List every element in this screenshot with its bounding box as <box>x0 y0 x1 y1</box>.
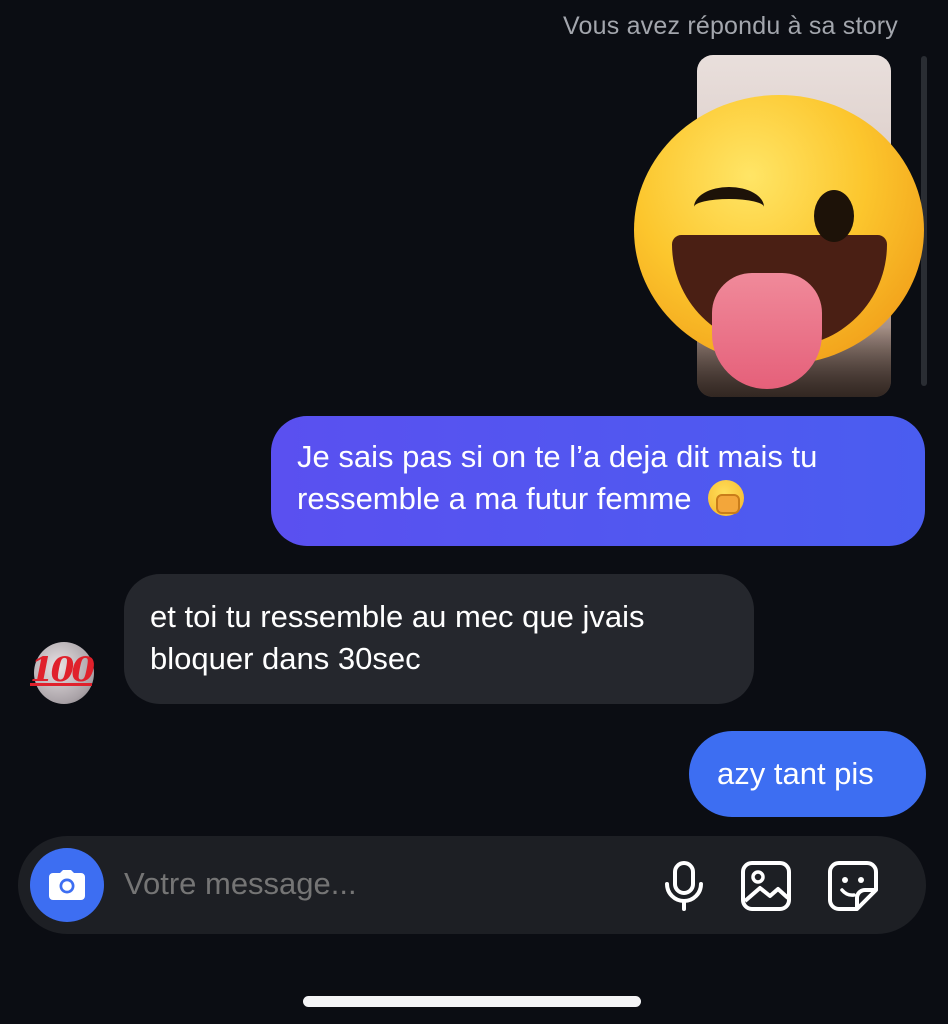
microphone-icon[interactable] <box>658 860 710 912</box>
sticker-icon[interactable] <box>827 860 879 912</box>
message-bubble-sent[interactable]: Je sais pas si on te l’a deja dit mais t… <box>271 416 925 546</box>
camera-button[interactable] <box>30 848 104 922</box>
emoji-tongue <box>712 273 822 389</box>
gallery-icon[interactable] <box>740 860 792 912</box>
camera-icon <box>49 870 85 900</box>
home-indicator[interactable] <box>303 996 641 1007</box>
story-reply-note: Vous avez répondu à sa story <box>563 12 898 40</box>
message-bubble-sent[interactable]: azy tant pis <box>689 731 926 817</box>
face-with-open-eyes-and-hand-over-mouth-icon <box>708 479 745 516</box>
message-input[interactable] <box>124 866 523 902</box>
message-text: azy tant pis <box>717 756 874 791</box>
hundred-points-icon: 100 <box>30 650 95 690</box>
emoji-open-eye <box>814 190 854 242</box>
message-composer <box>18 836 926 934</box>
message-text: et toi tu ressemble au mec que jvais blo… <box>150 599 645 676</box>
sender-avatar[interactable]: 100 <box>30 640 104 706</box>
emoji-wink-eye <box>694 187 764 227</box>
winking-face-with-tongue-icon <box>634 95 924 389</box>
message-bubble-received[interactable]: et toi tu ressemble au mec que jvais blo… <box>124 574 754 704</box>
